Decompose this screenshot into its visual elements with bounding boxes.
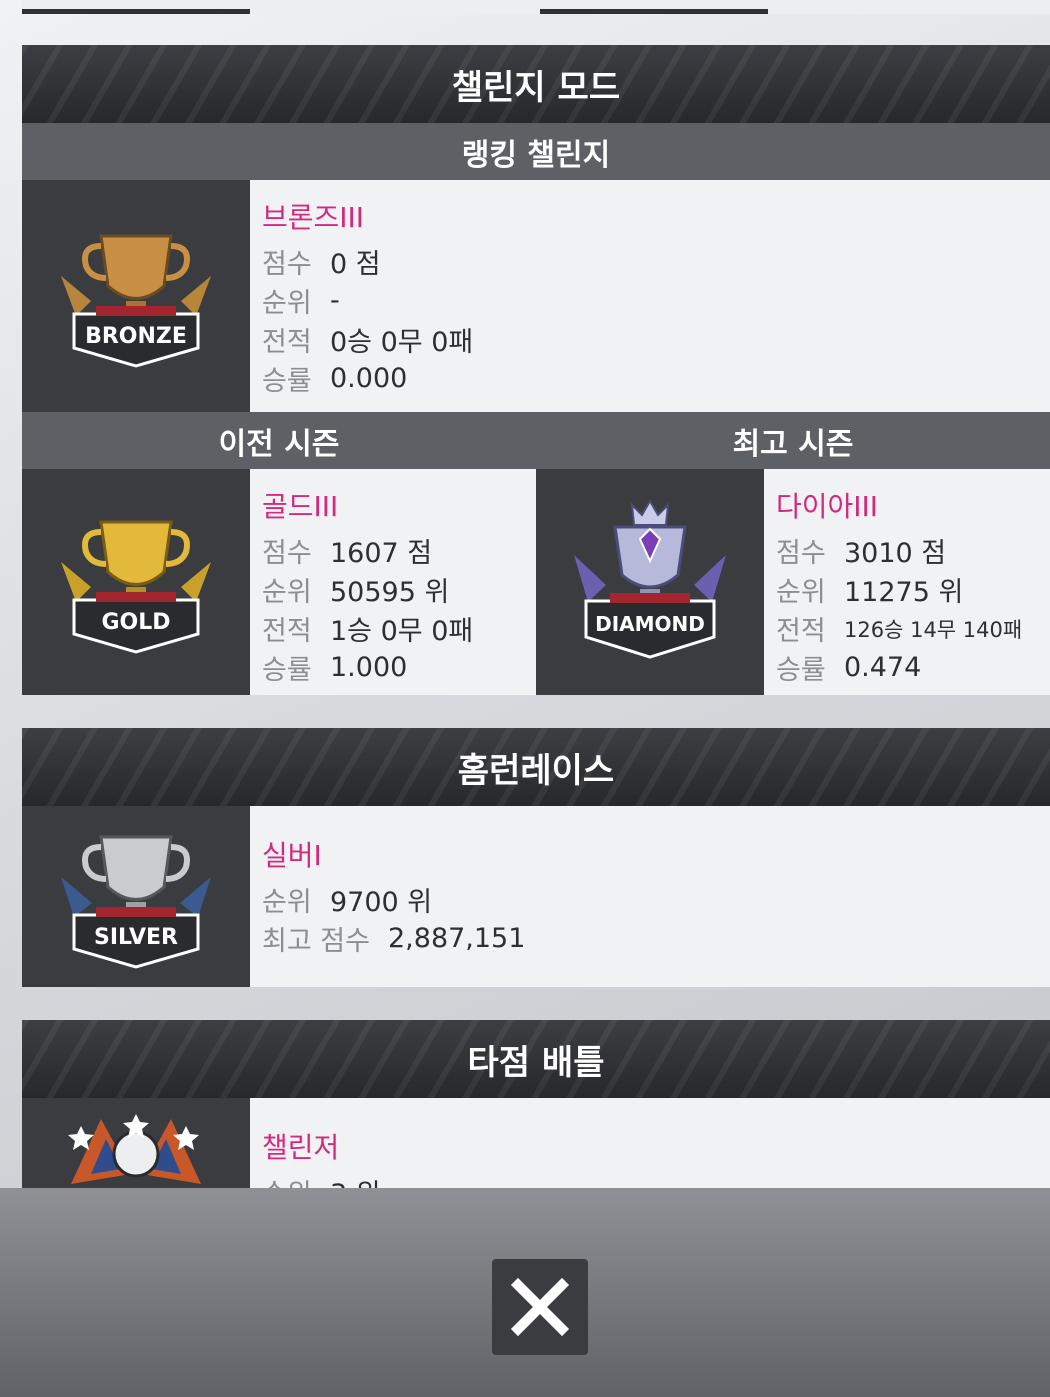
- current-tier: 브론즈III: [262, 201, 365, 234]
- rbi-battle-info: 챌린저 순위 3 위: [250, 1098, 1050, 1188]
- best-rank-label: 순위: [776, 577, 826, 608]
- previous-score-label: 점수: [262, 538, 312, 569]
- challenge-scroll-area[interactable]: 챌린지 모드 랭킹 챌린지 BRONZE 브론즈III 점수 0 점 순위 - …: [22, 45, 1050, 1188]
- best-rank-value: 11275 위: [844, 577, 964, 608]
- best-season-title: 최고 시즌: [732, 426, 854, 462]
- rbi-badge-icon: [68, 1114, 201, 1184]
- silver-league-badge: SILVER: [22, 806, 250, 987]
- rbi-tier: 챌린저: [262, 1131, 340, 1164]
- rbi-rank-value: 3 위: [330, 1172, 381, 1188]
- challenge-mode-header: 챌린지 모드: [22, 45, 1050, 123]
- diamond-badge-icon: DIAMOND: [574, 498, 726, 659]
- previous-score-line: 점수 1607 점: [262, 531, 524, 570]
- current-score-value: 0 점: [330, 249, 381, 280]
- current-record-line: 전적 0승 0무 0패: [262, 320, 1038, 359]
- homerun-best-score-line: 최고 점수 2,887,151: [262, 919, 1038, 958]
- current-winrate-line: 승률 0.000: [262, 359, 1038, 398]
- homerun-race-title: 홈런레이스: [457, 750, 615, 791]
- current-winrate-value: 0.000: [330, 363, 408, 394]
- current-score-label: 점수: [262, 249, 312, 280]
- previous-winrate-line: 승률 1.000: [262, 648, 524, 687]
- previous-season-panel: GOLD 골드III 점수 1607 점 순위 50595 위 전적 1승 0무…: [22, 469, 536, 695]
- previous-rank-line: 순위 50595 위: [262, 570, 524, 609]
- ranking-challenge-title: 랭킹 챌린지: [461, 137, 611, 173]
- current-rank-label: 순위: [262, 288, 312, 319]
- current-season-row: BRONZE 브론즈III 점수 0 점 순위 - 전적 0승 0무 0패 승률…: [22, 180, 1050, 412]
- homerun-rank-line: 순위 9700 위: [262, 880, 1038, 919]
- homerun-race-info: 실버I 순위 9700 위 최고 점수 2,887,151: [250, 806, 1050, 987]
- best-score-line: 점수 3010 점: [776, 531, 1038, 570]
- best-score-value: 3010 점: [844, 538, 947, 569]
- rbi-battle-row: 챌린저 순위 3 위: [22, 1098, 1050, 1188]
- best-winrate-line: 승률 0.474: [776, 648, 1038, 687]
- rbi-battle-header: 타점 배틀: [22, 1020, 1050, 1098]
- rbi-rank-label: 순위: [262, 1172, 330, 1188]
- rbi-battle-title: 타점 배틀: [467, 1042, 605, 1083]
- ranking-challenge-header: 랭킹 챌린지: [22, 123, 1050, 180]
- previous-winrate-label: 승률: [262, 655, 312, 686]
- gold-badge-label: GOLD: [101, 610, 170, 635]
- previous-season-title: 이전 시즌: [218, 426, 340, 462]
- homerun-tier: 실버I: [262, 839, 322, 872]
- current-season-info: 브론즈III 점수 0 점 순위 - 전적 0승 0무 0패 승률 0.000: [250, 180, 1050, 412]
- diamond-league-badge: DIAMOND: [536, 469, 764, 695]
- gold-league-badge: GOLD: [22, 469, 250, 695]
- bronze-league-badge: BRONZE: [22, 180, 250, 412]
- best-tier: 다이아III: [776, 490, 879, 523]
- best-record-value: 126승 14무 140패: [844, 617, 1023, 642]
- tab-indicator-left: [22, 9, 250, 14]
- close-button[interactable]: [492, 1259, 588, 1355]
- best-rank-line: 순위 11275 위: [776, 570, 1038, 609]
- current-record-label: 전적: [262, 327, 312, 358]
- silver-badge-icon: SILVER: [61, 835, 211, 969]
- homerun-race-header: 홈런레이스: [22, 728, 1050, 806]
- homerun-race-row: SILVER 실버I 순위 9700 위 최고 점수 2,887,151: [22, 806, 1050, 987]
- homerun-best-score-value: 2,887,151: [388, 923, 526, 954]
- previous-season-info: 골드III 점수 1607 점 순위 50595 위 전적 1승 0무 0패 승…: [250, 469, 536, 695]
- homerun-rank-label: 순위: [262, 887, 312, 918]
- previous-score-value: 1607 점: [330, 538, 433, 569]
- previous-rank-label: 순위: [262, 577, 312, 608]
- previous-winrate-value: 1.000: [330, 652, 408, 683]
- previous-record-label: 전적: [262, 616, 312, 647]
- previous-record-line: 전적 1승 0무 0패: [262, 609, 524, 648]
- diamond-badge-label: DIAMOND: [595, 612, 705, 636]
- current-record-value: 0승 0무 0패: [330, 327, 474, 358]
- best-season-info: 다이아III 점수 3010 점 순위 11275 위 전적 126승 14무 …: [764, 469, 1050, 695]
- previous-rank-value: 50595 위: [330, 577, 450, 608]
- season-compare-row: GOLD 골드III 점수 1607 점 순위 50595 위 전적 1승 0무…: [22, 469, 1050, 695]
- previous-record-value: 1승 0무 0패: [330, 616, 474, 647]
- homerun-best-score-label: 최고 점수: [262, 926, 370, 957]
- current-rank-value: -: [330, 285, 340, 316]
- tab-indicator-right: [540, 9, 768, 14]
- silver-badge-label: SILVER: [94, 925, 178, 950]
- best-season-panel: DIAMOND 다이아III 점수 3010 점 순위 11275 위 전적 1…: [536, 469, 1050, 695]
- best-winrate-label: 승률: [776, 655, 826, 686]
- challenge-mode-title: 챌린지 모드: [451, 67, 621, 108]
- rbi-rank-line: 순위 3 위: [262, 1172, 1038, 1188]
- best-record-line: 전적 126승 14무 140패: [776, 609, 1038, 648]
- best-record-label: 전적: [776, 616, 826, 647]
- current-rank-line: 순위 -: [262, 281, 1038, 320]
- homerun-rank-value: 9700 위: [330, 887, 433, 918]
- best-winrate-value: 0.474: [844, 652, 922, 683]
- bronze-badge-icon: BRONZE: [61, 234, 211, 368]
- section-gap-2: [22, 987, 1050, 1020]
- current-winrate-label: 승률: [262, 366, 312, 397]
- rbi-battle-badge: [22, 1098, 250, 1188]
- gold-badge-icon: GOLD: [61, 520, 211, 654]
- season-compare-header: 이전 시즌 최고 시즌: [22, 412, 1050, 469]
- close-icon: [510, 1277, 570, 1337]
- current-score-line: 점수 0 점: [262, 242, 1038, 281]
- best-score-label: 점수: [776, 538, 826, 569]
- bronze-badge-label: BRONZE: [85, 324, 187, 349]
- previous-tier: 골드III: [262, 490, 339, 523]
